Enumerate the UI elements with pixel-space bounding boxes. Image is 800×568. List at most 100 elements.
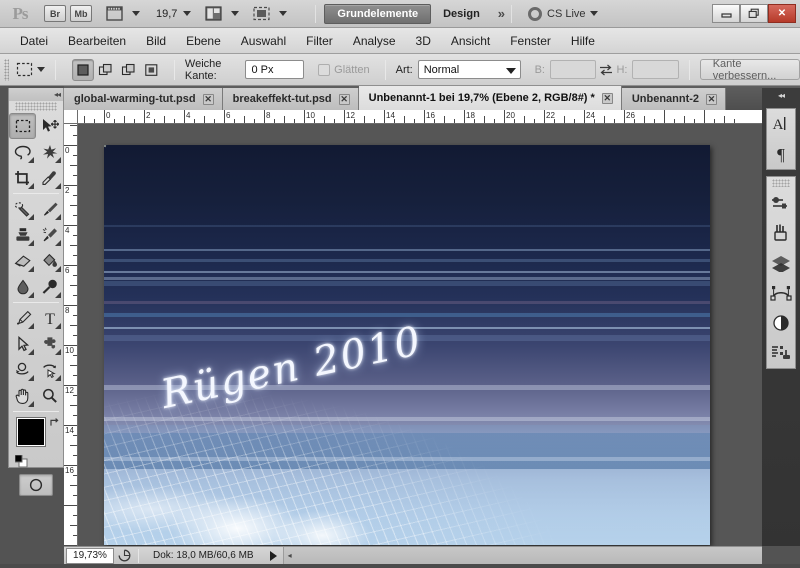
clone-stamp-tool[interactable] <box>9 222 36 248</box>
mini-bridge-button[interactable]: Mb <box>70 5 92 22</box>
pen-tool[interactable] <box>9 305 36 331</box>
brushes-panel-icon[interactable] <box>767 218 795 248</box>
document-tab-breakeffekt[interactable]: breakeffekt-tut.psd ✕ <box>222 88 359 110</box>
menu-3d[interactable]: 3D <box>406 28 441 54</box>
arrange-chevron-down-icon[interactable] <box>231 11 240 16</box>
workspace-overflow-icon[interactable]: » <box>498 6 505 21</box>
menu-bearbeiten[interactable]: Bearbeiten <box>58 28 136 54</box>
arrange-documents-icon[interactable] <box>201 5 225 23</box>
image-canvas[interactable]: Rügen 2010 <box>104 145 710 545</box>
subtract-from-selection-button[interactable] <box>118 59 140 81</box>
custom-shape-tool[interactable] <box>36 331 63 357</box>
horizontal-ruler[interactable]: 0 2 4 6 8 10 12 14 16 18 20 22 24 26 <box>78 110 762 124</box>
status-menu-arrow-icon[interactable] <box>269 550 277 561</box>
document-tab-unbenannt-1[interactable]: Unbenannt-1 bei 19,7% (Ebene 2, RGB/8#) … <box>358 86 622 110</box>
restore-button[interactable] <box>740 4 768 23</box>
adjustments-panel-icon[interactable] <box>767 308 795 338</box>
rotate-view-tool[interactable] <box>9 357 36 383</box>
spot-healing-brush-tool[interactable] <box>9 196 36 222</box>
zoom-percentage-input[interactable]: 19,73% <box>66 547 114 564</box>
close-icon[interactable]: ✕ <box>601 92 613 104</box>
document-tab-global-warming[interactable]: global-warming-tut.psd ✕ <box>64 88 223 110</box>
paragraph-panel-icon[interactable]: ¶ <box>767 139 795 169</box>
path-selection-tool[interactable] <box>9 331 36 357</box>
screen-mode-chevron-down-icon[interactable] <box>279 11 288 16</box>
history-brush-tool[interactable] <box>36 222 63 248</box>
swap-colors-icon[interactable] <box>48 416 61 431</box>
3d-rotate-tool[interactable] <box>36 357 63 383</box>
eraser-tool[interactable] <box>9 248 36 274</box>
menu-filter[interactable]: Filter <box>296 28 343 54</box>
toolbox-collapse-icon[interactable]: ◂◂ <box>9 88 63 101</box>
lasso-tool[interactable] <box>9 139 36 165</box>
type-tool[interactable]: T <box>36 305 63 331</box>
quick-mask-button[interactable] <box>19 474 53 496</box>
cs-live-button[interactable]: CS Live <box>528 6 598 21</box>
zoom-level-value[interactable]: 19,7 <box>156 8 177 20</box>
right-dock-grip[interactable] <box>772 179 790 187</box>
width-input[interactable] <box>549 60 597 79</box>
bridge-button[interactable]: Br <box>44 5 66 22</box>
tool-preset-chevron-down-icon[interactable] <box>36 67 45 72</box>
gradient-tool[interactable] <box>36 248 63 274</box>
view-extras-icon[interactable] <box>102 5 126 23</box>
close-icon[interactable]: ✕ <box>202 93 214 105</box>
antialias-checkbox-row[interactable]: Glätten <box>318 63 374 76</box>
zoom-tool[interactable] <box>36 383 63 409</box>
hand-tool[interactable] <box>9 383 36 409</box>
feather-input[interactable]: 0 Px <box>245 60 305 79</box>
menu-hilfe[interactable]: Hilfe <box>561 28 605 54</box>
options-bar-grip[interactable] <box>4 58 9 81</box>
close-icon[interactable]: ✕ <box>706 93 718 105</box>
add-to-selection-button[interactable] <box>95 59 117 81</box>
menu-analyse[interactable]: Analyse <box>343 28 406 54</box>
menu-datei[interactable]: Datei <box>10 28 58 54</box>
crop-tool[interactable] <box>9 165 36 191</box>
character-panel-icon[interactable]: A <box>767 109 795 139</box>
menu-ebene[interactable]: Ebene <box>176 28 231 54</box>
paths-panel-icon[interactable] <box>767 278 795 308</box>
canvas-scroll-area[interactable]: Rügen 2010 <box>78 124 762 546</box>
move-tool[interactable] <box>36 113 63 139</box>
layers-panel-icon[interactable] <box>767 248 795 278</box>
menu-ansicht[interactable]: Ansicht <box>441 28 500 54</box>
rectangular-marquee-icon[interactable] <box>15 58 35 82</box>
dodge-tool[interactable] <box>36 274 63 300</box>
menu-auswahl[interactable]: Auswahl <box>231 28 296 54</box>
close-icon[interactable]: ✕ <box>338 93 350 105</box>
right-dock-collapse-icon[interactable]: ◂◂ <box>762 88 800 102</box>
height-input[interactable] <box>632 60 679 79</box>
quick-selection-tool[interactable] <box>36 139 63 165</box>
foreground-color-swatch[interactable] <box>17 418 45 446</box>
document-tab-unbenannt-2[interactable]: Unbenannt-2 ✕ <box>621 88 727 110</box>
ruler-corner[interactable] <box>64 110 78 124</box>
brush-tool[interactable] <box>36 196 63 222</box>
scroll-left-icon[interactable]: ◂ <box>284 551 296 560</box>
swap-width-height-icon[interactable] <box>596 58 616 82</box>
zoom-chevron-down-icon[interactable] <box>183 11 192 16</box>
horizontal-scrollbar[interactable]: ◂ <box>282 546 762 565</box>
intersect-with-selection-button[interactable] <box>141 59 163 81</box>
rectangular-marquee-tool[interactable] <box>9 113 36 139</box>
minimize-button[interactable] <box>712 4 740 23</box>
toolbox-grip[interactable] <box>15 102 57 111</box>
screen-mode-icon[interactable] <box>249 5 273 23</box>
eyedropper-tool[interactable] <box>36 165 63 191</box>
new-selection-button[interactable] <box>71 58 94 81</box>
menu-bild[interactable]: Bild <box>136 28 176 54</box>
workspace-tab-design[interactable]: Design <box>431 4 492 24</box>
default-colors-icon[interactable] <box>14 454 28 468</box>
antialias-checkbox[interactable] <box>318 63 331 76</box>
view-extras-chevron-down-icon[interactable] <box>132 11 140 16</box>
style-select[interactable]: Normal <box>417 60 521 79</box>
refine-edge-button[interactable]: Kante verbessern... <box>699 58 800 82</box>
color-panel-icon[interactable] <box>767 188 795 218</box>
cs-live-chevron-down-icon[interactable] <box>589 11 598 16</box>
menu-fenster[interactable]: Fenster <box>500 28 561 54</box>
workspace-tab-grundelemente[interactable]: Grundelemente <box>324 3 432 24</box>
history-panel-icon[interactable] <box>767 338 795 368</box>
vertical-ruler[interactable]: 0 2 4 6 8 10 12 14 16 <box>64 124 78 546</box>
blur-tool[interactable] <box>9 274 36 300</box>
preview-thumbnail-icon[interactable] <box>114 549 134 562</box>
close-button[interactable]: ✕ <box>768 4 796 23</box>
